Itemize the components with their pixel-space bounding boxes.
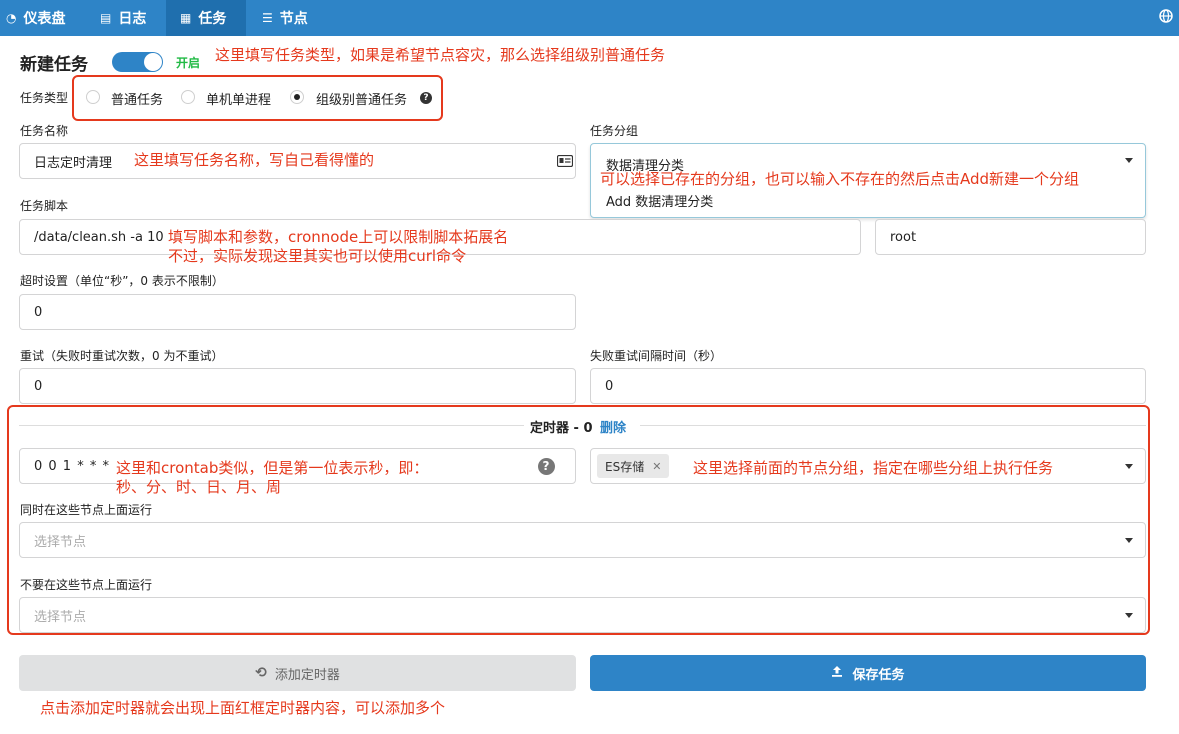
nav-item-label: 仪表盘 xyxy=(23,11,66,27)
retry-value: 0 xyxy=(34,378,43,394)
annotation-script-2: 不过，实际发现这里其实也可以使用curl命令 xyxy=(168,247,467,265)
exclude-nodes-placeholder: 选择节点 xyxy=(34,609,87,625)
add-timer-label: 添加定时器 xyxy=(274,667,340,683)
run-user-value: root xyxy=(890,229,917,245)
dashboard-icon: ◔ xyxy=(6,11,17,25)
run-nodes-select[interactable]: 选择节点 xyxy=(19,522,1146,558)
close-icon[interactable]: ✕ xyxy=(652,460,661,473)
nav-item-label: 节点 xyxy=(279,11,308,27)
task-group-add-option[interactable]: Add 数据清理分类 xyxy=(606,191,713,210)
task-name-label: 任务名称 xyxy=(20,124,69,138)
nav-item-logs[interactable]: ▤ 日志 xyxy=(86,0,166,36)
radio-group-task[interactable] xyxy=(290,90,304,104)
timeout-input[interactable]: 0 xyxy=(19,294,576,330)
globe-icon[interactable] xyxy=(1159,9,1175,25)
help-icon[interactable]: ? xyxy=(420,92,432,104)
nav-item-label: 任务 xyxy=(198,11,227,27)
exclude-nodes-label: 不要在这些节点上面运行 xyxy=(20,578,153,592)
node-group-tag[interactable]: ES存储 ✕ xyxy=(597,454,670,478)
run-nodes-placeholder: 选择节点 xyxy=(34,534,87,550)
task-script-label: 任务脚本 xyxy=(20,199,69,213)
annotation-task-name: 这里填写任务名称，写自己看得懂的 xyxy=(134,151,375,169)
task-group-label: 任务分组 xyxy=(590,124,639,138)
chevron-down-icon xyxy=(1125,464,1133,469)
annotation-add-timer: 点击添加定时器就会出现上面红框定时器内容，可以添加多个 xyxy=(40,699,446,717)
timer-header-label: 定时器 - 0 xyxy=(530,421,593,436)
save-task-label: 保存任务 xyxy=(852,667,905,683)
radio-single-process-label[interactable]: 单机单进程 xyxy=(206,89,271,108)
upload-icon xyxy=(831,665,843,681)
radio-normal-task[interactable] xyxy=(86,90,100,104)
save-task-button[interactable]: 保存任务 xyxy=(590,655,1146,691)
run-user-input[interactable]: root xyxy=(875,219,1146,255)
page-title: 新建任务 xyxy=(20,55,88,75)
annotation-timer-2: 秒、分、时、日、月、周 xyxy=(116,478,282,496)
timeout-label: 超时设置（单位“秒”，0 表示不限制） xyxy=(20,274,224,288)
server-icon: ☰ xyxy=(262,11,273,25)
timer-divider-left xyxy=(19,425,524,426)
chevron-down-icon xyxy=(1125,538,1133,543)
chevron-down-icon xyxy=(1125,158,1133,163)
retry-interval-label: 失败重试间隔时间（秒） xyxy=(590,349,723,363)
timer-header: 定时器 - 0 删除 xyxy=(530,417,626,436)
retry-interval-value: 0 xyxy=(605,378,614,394)
annotation-timer-1: 这里和crontab类似，但是第一位表示秒，即： xyxy=(116,459,429,477)
toggle-knob xyxy=(144,53,162,71)
annotation-script-1: 填写脚本和参数，cronnode上可以限制脚本拓展名 xyxy=(168,228,509,246)
enable-toggle[interactable] xyxy=(112,52,163,72)
run-nodes-label: 同时在这些节点上面运行 xyxy=(20,503,153,517)
question-circle-icon[interactable]: ? xyxy=(538,458,555,475)
add-timer-button[interactable]: ⟲ 添加定时器 xyxy=(19,655,576,691)
nav-item-dashboard[interactable]: ◔ 仪表盘 xyxy=(6,0,86,36)
retry-interval-input[interactable]: 0 xyxy=(590,368,1146,404)
node-group-tag-label: ES存储 xyxy=(605,459,645,474)
calendar-icon: ▦ xyxy=(180,11,192,25)
toggle-label: 开启 xyxy=(176,56,201,70)
retry-input[interactable]: 0 xyxy=(19,368,576,404)
nav-item-nodes[interactable]: ☰ 节点 xyxy=(248,0,328,36)
task-script-value: /data/clean.sh -a 10 xyxy=(34,229,164,245)
history-icon: ⟲ xyxy=(255,665,267,681)
task-name-value: 日志定时清理 xyxy=(34,155,113,171)
annotation-task-group: 可以选择已存在的分组，也可以输入不存在的然后点击Add新建一个分组 xyxy=(600,170,1080,188)
radio-normal-task-label[interactable]: 普通任务 xyxy=(111,89,163,108)
radio-group-task-label[interactable]: 组级别普通任务 xyxy=(316,89,407,108)
timer-cron-value: 0 0 1 * * * xyxy=(34,458,110,474)
timer-delete-link[interactable]: 删除 xyxy=(600,421,626,436)
radio-single-process[interactable] xyxy=(181,90,195,104)
timeout-value: 0 xyxy=(34,304,43,320)
annotation-node-group: 这里选择前面的节点分组，指定在哪些分组上执行任务 xyxy=(693,459,1054,477)
document-icon: ▤ xyxy=(100,11,112,25)
nav-item-tasks[interactable]: ▦ 任务 xyxy=(166,0,246,36)
nav-item-label: 日志 xyxy=(118,11,147,27)
id-card-icon xyxy=(556,154,574,168)
timer-divider-right xyxy=(640,425,1146,426)
annotation-task-type: 这里填写任务类型，如果是希望节点容灾，那么选择组级别普通任务 xyxy=(215,46,666,64)
top-nav: ◔ 仪表盘 ▤ 日志 ▦ 任务 ☰ 节点 xyxy=(0,0,1179,36)
task-type-label: 任务类型 xyxy=(20,91,69,105)
retry-label: 重试（失败时重试次数，0 为不重试） xyxy=(20,349,224,363)
chevron-down-icon xyxy=(1125,613,1133,618)
exclude-nodes-select[interactable]: 选择节点 xyxy=(19,597,1146,633)
